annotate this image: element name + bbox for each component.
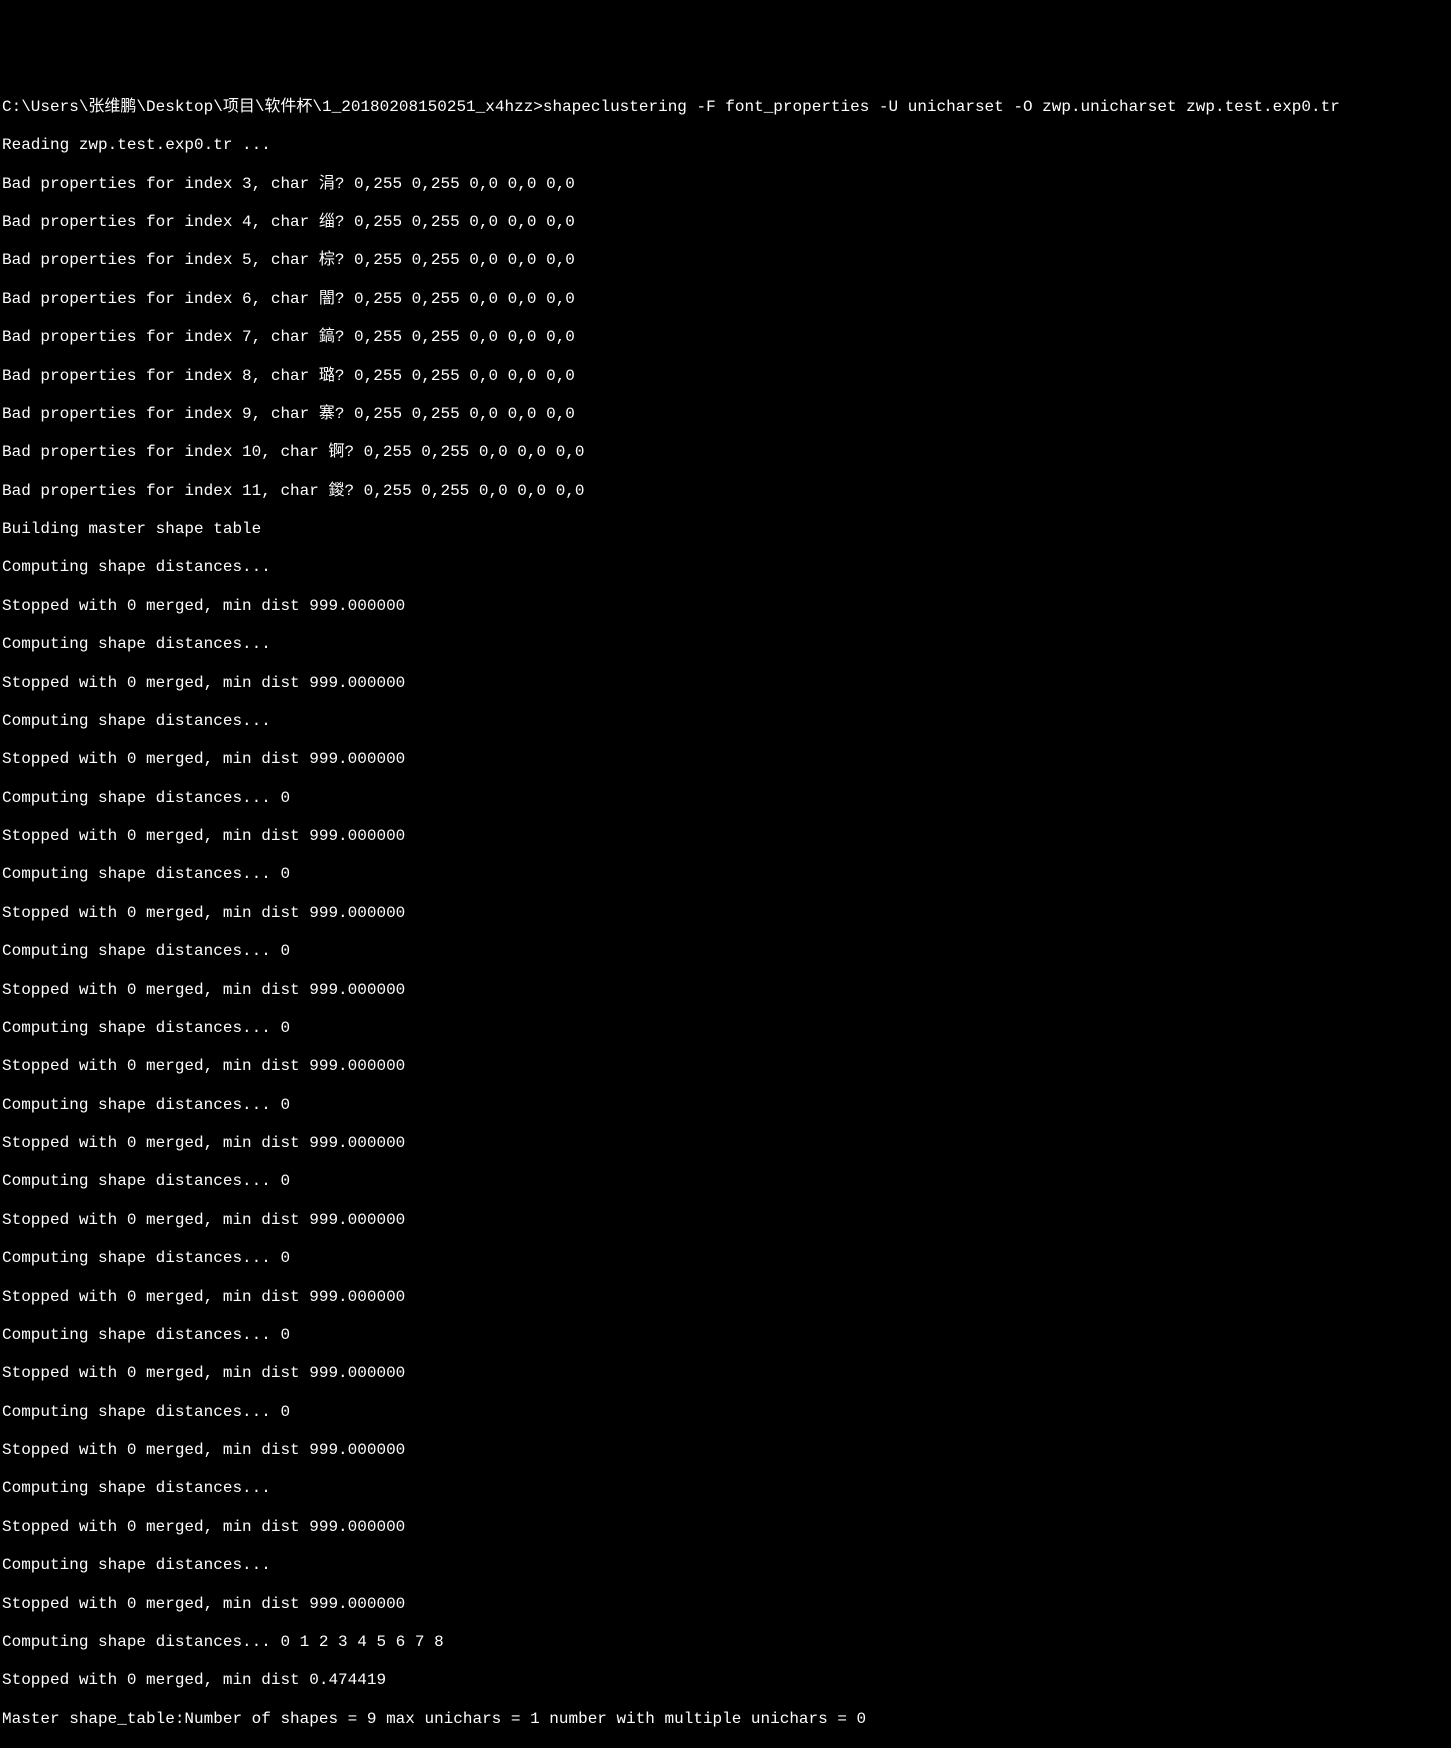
output-line: Stopped with 0 merged, min dist 999.0000…	[2, 1057, 1449, 1076]
output-line: Stopped with 0 merged, min dist 999.0000…	[2, 1134, 1449, 1153]
output-line: Stopped with 0 merged, min dist 999.0000…	[2, 1288, 1449, 1307]
output-line: Reading zwp.test.exp0.tr ...	[2, 136, 1449, 155]
output-line: Stopped with 0 merged, min dist 999.0000…	[2, 904, 1449, 923]
output-line: Stopped with 0 merged, min dist 999.0000…	[2, 981, 1449, 1000]
output-line: Stopped with 0 merged, min dist 999.0000…	[2, 1364, 1449, 1383]
output-line: Bad properties for index 8, char 璐? 0,25…	[2, 367, 1449, 386]
output-line: Stopped with 0 merged, min dist 0.474419	[2, 1671, 1449, 1690]
output-line: Computing shape distances...	[2, 712, 1449, 731]
command-prompt-line: C:\Users\张维鹏\Desktop\项目\软件杯\1_2018020815…	[2, 98, 1449, 117]
output-line: Computing shape distances... 0	[2, 1096, 1449, 1115]
output-line: Computing shape distances... 0	[2, 1019, 1449, 1038]
output-line: Computing shape distances...	[2, 558, 1449, 577]
output-line: Stopped with 0 merged, min dist 999.0000…	[2, 597, 1449, 616]
output-line: Bad properties for index 4, char 缁? 0,25…	[2, 213, 1449, 232]
output-line: Bad properties for index 3, char 涓? 0,25…	[2, 175, 1449, 194]
output-line: Bad properties for index 9, char 寨? 0,25…	[2, 405, 1449, 424]
output-line: Bad properties for index 7, char 鎬? 0,25…	[2, 328, 1449, 347]
output-line: Stopped with 0 merged, min dist 999.0000…	[2, 1595, 1449, 1614]
output-line: Computing shape distances... 0	[2, 865, 1449, 884]
output-line: Computing shape distances... 0	[2, 789, 1449, 808]
output-line: Computing shape distances...	[2, 1556, 1449, 1575]
output-line: Computing shape distances...	[2, 1479, 1449, 1498]
output-line: Stopped with 0 merged, min dist 999.0000…	[2, 750, 1449, 769]
output-line: Computing shape distances... 0	[2, 1326, 1449, 1345]
terminal-output[interactable]: C:\Users\张维鹏\Desktop\项目\软件杯\1_2018020815…	[2, 79, 1449, 956]
output-line: Master shape_table:Number of shapes = 9 …	[2, 1710, 1449, 1729]
output-line: Stopped with 0 merged, min dist 999.0000…	[2, 827, 1449, 846]
output-line: Bad properties for index 6, char 闇? 0,25…	[2, 290, 1449, 309]
output-line: Building master shape table	[2, 520, 1449, 539]
output-line: Bad properties for index 11, char 鍐? 0,2…	[2, 482, 1449, 501]
output-line: Computing shape distances... 0 1 2 3 4 5…	[2, 1633, 1449, 1652]
output-line: Computing shape distances... 0	[2, 1403, 1449, 1422]
output-line: Stopped with 0 merged, min dist 999.0000…	[2, 674, 1449, 693]
output-line: Bad properties for index 10, char 锕? 0,2…	[2, 443, 1449, 462]
output-line: Stopped with 0 merged, min dist 999.0000…	[2, 1441, 1449, 1460]
output-line: Computing shape distances...	[2, 635, 1449, 654]
output-line: Computing shape distances... 0	[2, 1172, 1449, 1191]
output-line: Bad properties for index 5, char 棕? 0,25…	[2, 251, 1449, 270]
output-line: Computing shape distances... 0	[2, 1249, 1449, 1268]
output-line: Stopped with 0 merged, min dist 999.0000…	[2, 1518, 1449, 1537]
output-line: Computing shape distances... 0	[2, 942, 1449, 961]
output-line: Stopped with 0 merged, min dist 999.0000…	[2, 1211, 1449, 1230]
